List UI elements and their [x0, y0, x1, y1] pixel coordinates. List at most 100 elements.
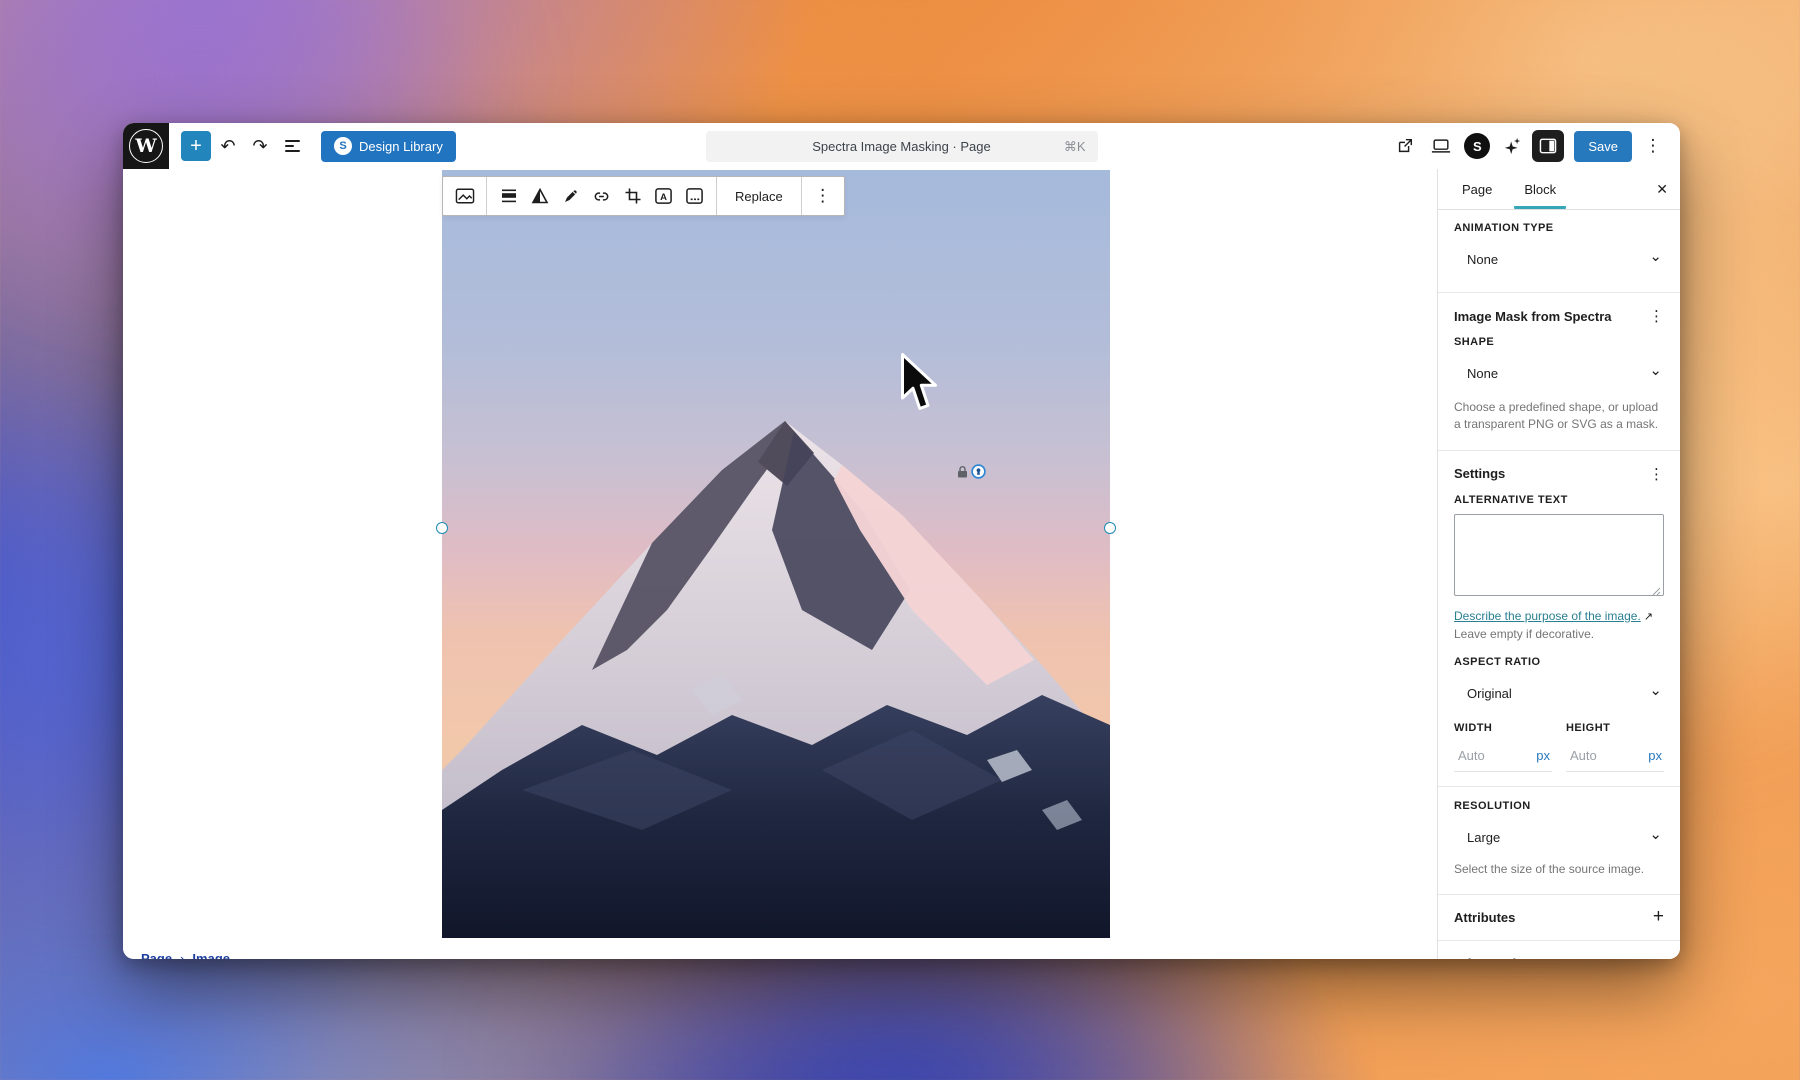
- external-arrow-icon: ↗: [1644, 611, 1653, 623]
- crop-button[interactable]: [617, 179, 648, 213]
- mask-shape-button[interactable]: [524, 179, 555, 213]
- height-field[interactable]: px: [1566, 742, 1664, 772]
- spectra-badge-icon: S: [1464, 133, 1490, 159]
- link-button[interactable]: [586, 179, 617, 213]
- replace-label: Replace: [735, 189, 783, 204]
- design-library-button[interactable]: S Design Library: [321, 131, 456, 162]
- text-over-image-button[interactable]: A: [648, 179, 679, 213]
- resolution-label: RESOLUTION: [1454, 800, 1664, 812]
- image-mask-title: Image Mask from Spectra: [1454, 309, 1612, 324]
- marker-pen-icon: [562, 187, 580, 205]
- aspect-ratio-value: Original: [1467, 686, 1512, 701]
- attributes-title: Attributes: [1454, 910, 1515, 925]
- spectra-icon: S: [334, 137, 352, 155]
- align-icon: [500, 187, 518, 205]
- crop-icon: [624, 187, 642, 205]
- editor-top-bar: W + ↶ ↷ S Design Library Spectra Image M…: [123, 123, 1680, 170]
- wordpress-w-icon: W: [129, 129, 163, 163]
- tab-block-label: Block: [1524, 182, 1556, 197]
- height-input[interactable]: [1568, 747, 1624, 764]
- tab-page-label: Page: [1462, 182, 1492, 197]
- shape-value: None: [1467, 366, 1498, 381]
- tab-page[interactable]: Page: [1446, 169, 1508, 209]
- align-button[interactable]: [493, 179, 524, 213]
- save-label: Save: [1588, 139, 1618, 154]
- document-title-bar[interactable]: Spectra Image Masking · Page ⌘K: [706, 131, 1098, 162]
- onepassword-icon: [971, 464, 986, 479]
- image-block[interactable]: [442, 170, 1110, 938]
- triangle-icon: [531, 187, 549, 205]
- block-options-button[interactable]: ⋮: [808, 186, 838, 206]
- tab-block[interactable]: Block: [1508, 169, 1572, 209]
- settings-sidebar: Page Block ✕ ANIMATION TYPE None ⌄ Image…: [1437, 169, 1680, 959]
- list-view-icon: [285, 140, 300, 152]
- settings-title: Settings: [1454, 466, 1505, 481]
- width-input[interactable]: [1456, 747, 1512, 764]
- password-manager-badges[interactable]: [956, 464, 986, 479]
- height-label: HEIGHT: [1566, 722, 1664, 734]
- options-menu-button[interactable]: ⋮: [1638, 131, 1668, 161]
- close-icon: ✕: [1656, 181, 1668, 198]
- aspect-ratio-label: ASPECT RATIO: [1454, 656, 1664, 668]
- breadcrumb-image[interactable]: Image: [192, 951, 230, 959]
- plus-icon: +: [190, 135, 202, 158]
- replace-button[interactable]: Replace: [723, 189, 795, 204]
- attributes-panel-toggle[interactable]: Attributes +: [1438, 895, 1680, 941]
- marker-tool-button[interactable]: [555, 179, 586, 213]
- ai-assistant-button[interactable]: [1498, 131, 1528, 161]
- aspect-ratio-select[interactable]: Original ⌄: [1454, 676, 1664, 710]
- sidebar-tabs: Page Block ✕: [1438, 169, 1680, 210]
- redo-button[interactable]: ↷: [245, 131, 275, 161]
- close-sidebar-button[interactable]: ✕: [1656, 169, 1668, 209]
- animation-type-select[interactable]: None ⌄: [1454, 242, 1664, 276]
- width-field[interactable]: px: [1454, 742, 1552, 772]
- duotone-button[interactable]: [679, 179, 710, 213]
- undo-icon: ↶: [220, 136, 235, 157]
- animation-type-value: None: [1467, 252, 1498, 267]
- sparkles-icon: [1503, 136, 1523, 156]
- block-type-button[interactable]: [449, 179, 480, 213]
- alt-text-label: ALTERNATIVE TEXT: [1454, 494, 1664, 506]
- duotone-box-icon: [685, 187, 704, 205]
- width-unit[interactable]: px: [1536, 748, 1550, 763]
- image-block-icon: [455, 187, 475, 205]
- kebab-icon: ⋮: [1645, 136, 1662, 156]
- wordpress-editor-window: W + ↶ ↷ S Design Library Spectra Image M…: [123, 123, 1680, 959]
- list-view-button[interactable]: [277, 131, 307, 161]
- laptop-icon: [1431, 137, 1451, 155]
- animation-panel: ANIMATION TYPE None ⌄: [1438, 210, 1680, 293]
- breadcrumb-page[interactable]: Page: [141, 951, 172, 959]
- settings-sidebar-toggle[interactable]: [1532, 130, 1564, 162]
- advanced-title: Advanced: [1454, 956, 1516, 959]
- spectra-settings-button[interactable]: S: [1462, 131, 1492, 161]
- plus-icon: +: [1653, 906, 1664, 928]
- advanced-panel-toggle[interactable]: Advanced ⌄: [1438, 941, 1680, 959]
- width-label: WIDTH: [1454, 722, 1552, 734]
- undo-button[interactable]: ↶: [213, 131, 243, 161]
- resolution-value: Large: [1467, 830, 1500, 845]
- editor-canvas-area: A Replace ⋮ Page: [123, 169, 1680, 959]
- resize-handle-right[interactable]: [1104, 522, 1116, 534]
- svg-text:A: A: [660, 192, 667, 203]
- shape-select[interactable]: None ⌄: [1454, 356, 1664, 390]
- mountain-photo: [442, 170, 1110, 938]
- resolution-help-text: Select the size of the source image.: [1454, 861, 1664, 878]
- image-mask-panel: Image Mask from Spectra ⋮ SHAPE None ⌄ C…: [1438, 293, 1680, 451]
- view-post-button[interactable]: [1390, 131, 1420, 161]
- wordpress-logo[interactable]: W: [123, 123, 169, 169]
- breadcrumb: Page › Image: [141, 951, 230, 959]
- resolution-select[interactable]: Large ⌄: [1454, 820, 1664, 854]
- document-title: Spectra Image Masking · Page: [812, 139, 990, 154]
- panel-kebab-icon[interactable]: ⋮: [1649, 307, 1664, 325]
- lock-icon: [956, 465, 969, 479]
- shape-help-text: Choose a predefined shape, or upload a t…: [1454, 399, 1664, 434]
- preview-device-button[interactable]: [1426, 131, 1456, 161]
- panel-kebab-icon[interactable]: ⋮: [1649, 465, 1664, 483]
- alt-text-input[interactable]: [1454, 514, 1664, 596]
- resize-handle-left[interactable]: [436, 522, 448, 534]
- block-toolbar: A Replace ⋮: [442, 176, 845, 216]
- block-inserter-button[interactable]: +: [181, 131, 211, 161]
- height-unit[interactable]: px: [1648, 748, 1662, 763]
- save-button[interactable]: Save: [1574, 131, 1632, 162]
- describe-purpose-link[interactable]: Describe the purpose of the image.: [1454, 609, 1641, 623]
